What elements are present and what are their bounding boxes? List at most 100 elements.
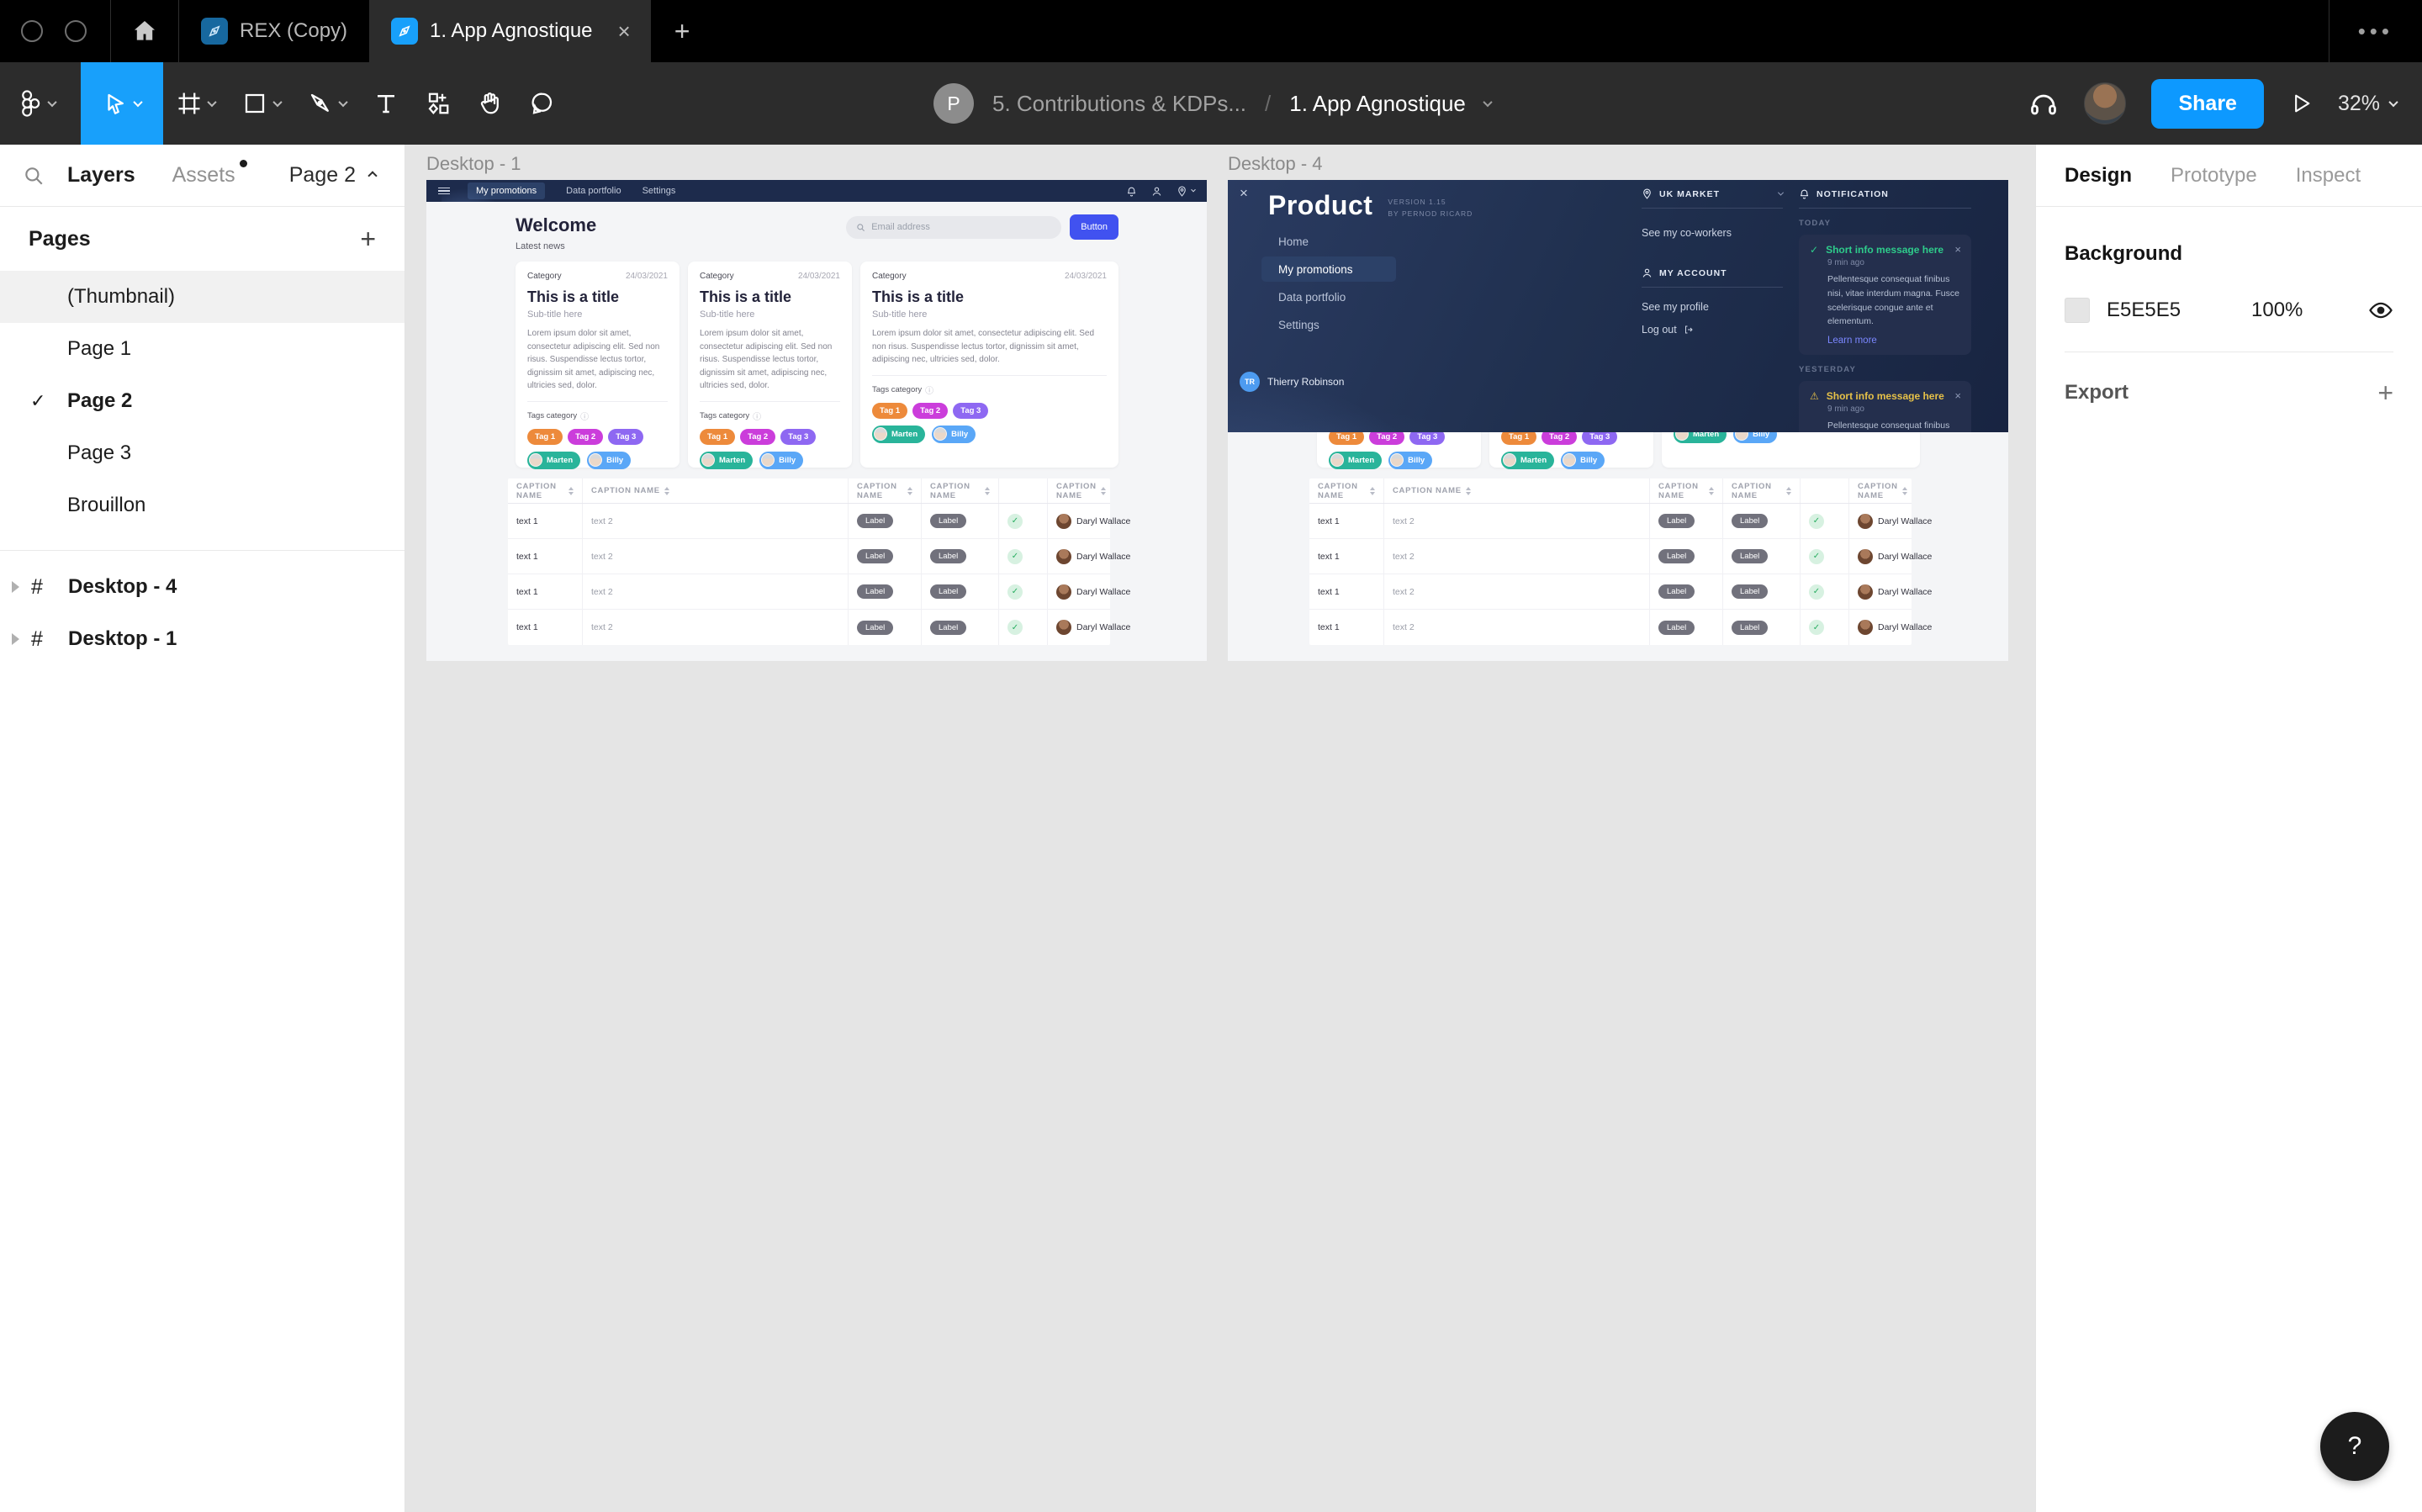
page-item-label: Page 3 xyxy=(67,441,132,464)
hamburger-menu-icon xyxy=(438,187,450,195)
tab-prototype[interactable]: Prototype xyxy=(2171,164,2257,188)
mock-table-header: CAPTION NAME CAPTION NAME CAPTION NAME C… xyxy=(1309,478,1912,504)
layer-item-desktop-1[interactable]: # Desktop - 1 xyxy=(0,613,405,665)
window-controls xyxy=(0,0,110,62)
present-play-icon[interactable] xyxy=(2289,92,2313,115)
close-icon: × xyxy=(1240,185,1248,201)
canvas-frame-desktop-4[interactable]: My promotions Data portfolio Settings We… xyxy=(1228,180,2008,661)
page-item-page2[interactable]: ✓ Page 2 xyxy=(0,375,405,427)
mock-card-date: 24/03/2021 xyxy=(797,272,840,281)
share-button[interactable]: Share xyxy=(2151,78,2264,129)
more-menu-icon[interactable]: ••• xyxy=(2329,0,2422,62)
text-tool-icon xyxy=(373,91,399,116)
figma-file-icon xyxy=(391,18,419,45)
background-color-swatch[interactable] xyxy=(2065,298,2090,323)
background-opacity-value[interactable]: 100% xyxy=(2251,299,2303,322)
audio-headphones-icon[interactable] xyxy=(2028,88,2059,119)
move-tool-button[interactable] xyxy=(81,62,163,145)
mock-member-name: Marten xyxy=(547,455,574,465)
cell-person-name: Daryl Wallace xyxy=(1076,551,1131,562)
page-item-brouillon[interactable]: Brouillon xyxy=(0,479,405,531)
add-page-button[interactable]: + xyxy=(360,225,376,252)
visibility-eye-icon[interactable] xyxy=(2368,298,2393,323)
user-avatar[interactable] xyxy=(2084,82,2127,124)
chevron-down-icon[interactable] xyxy=(1483,97,1493,108)
expand-triangle-icon[interactable] xyxy=(12,633,19,645)
mock-card-category: Category xyxy=(700,272,734,281)
mock-tags-label: Tags category xyxy=(527,410,578,420)
tab-design[interactable]: Design xyxy=(2065,164,2132,188)
shape-tool-button[interactable] xyxy=(229,62,294,145)
zoom-level: 32% xyxy=(2337,91,2380,115)
mock-table: CAPTION NAME CAPTION NAME CAPTION NAME C… xyxy=(1309,478,1932,645)
mock-email-placeholder: Email address xyxy=(871,222,930,232)
breadcrumb-file[interactable]: 1. App Agnostique xyxy=(1289,91,1466,117)
tab-layers[interactable]: Layers xyxy=(67,163,135,188)
label-pill: Label xyxy=(930,584,967,599)
background-hex-value[interactable]: E5E5E5 xyxy=(2107,299,2216,322)
comment-tool-button[interactable] xyxy=(516,62,568,145)
close-tab-icon[interactable]: × xyxy=(613,19,636,44)
pen-tool-button[interactable] xyxy=(294,62,360,145)
tab-app-agnostique[interactable]: 1. App Agnostique × xyxy=(369,0,651,62)
notification-time: 9 min ago xyxy=(1827,258,1864,267)
mock-card-body: Lorem ipsum dolor sit amet, consectetur … xyxy=(527,329,660,390)
mock-account-section: MY ACCOUNT See my profile Log out xyxy=(1642,267,1783,336)
page-item-thumbnail[interactable]: (Thumbnail) xyxy=(0,271,405,323)
window-control-icon[interactable] xyxy=(21,20,43,42)
component-icon xyxy=(426,91,451,116)
expand-triangle-icon[interactable] xyxy=(12,581,19,593)
zoom-control[interactable]: 32% xyxy=(2337,91,2398,116)
table-row: text 1 text 2 Label Label ✓ Daryl Wallac… xyxy=(508,610,1130,645)
add-export-button[interactable]: + xyxy=(2377,379,2393,406)
tab-label: 1. App Agnostique xyxy=(430,19,593,42)
mock-card-title: This is a title xyxy=(700,288,792,305)
frame-glyph-icon: # xyxy=(31,574,43,599)
mock-member-chip: Marten xyxy=(1329,451,1383,469)
mock-card-category: Category xyxy=(872,272,907,281)
frame-title-desktop-1[interactable]: Desktop - 1 xyxy=(426,153,521,175)
info-icon: ⓘ xyxy=(753,412,762,422)
canvas-frame-desktop-1[interactable]: My promotions Data portfolio Settings We… xyxy=(426,180,1207,661)
breadcrumb-project[interactable]: 5. Contributions & KDPs... xyxy=(992,91,1246,117)
hand-tool-button[interactable] xyxy=(464,62,516,145)
tab-inspect[interactable]: Inspect xyxy=(2296,164,2361,188)
column-header: CAPTION NAME xyxy=(1858,481,1898,500)
help-button[interactable]: ? xyxy=(2320,1412,2389,1481)
mock-tag: Tag 3 xyxy=(953,402,989,419)
page-item-page3[interactable]: Page 3 xyxy=(0,427,405,479)
mock-member-chip: Billy xyxy=(1388,451,1433,469)
frame-title-desktop-4[interactable]: Desktop - 4 xyxy=(1228,153,1323,175)
tab-assets[interactable]: Assets xyxy=(172,160,247,188)
mock-member-name: Marten xyxy=(891,429,918,439)
window-control-icon[interactable] xyxy=(65,20,87,42)
text-tool-button[interactable] xyxy=(360,62,412,145)
search-icon[interactable] xyxy=(0,165,67,187)
sort-icon xyxy=(1370,486,1375,495)
cell-person-name: Daryl Wallace xyxy=(1076,622,1131,632)
cell-text1: text 1 xyxy=(508,539,583,574)
table-row: text 1 text 2 Label Label ✓ Daryl Wallac… xyxy=(1309,539,1932,574)
table-row: text 1 text 2 Label Label ✓ Daryl Wallac… xyxy=(1309,610,1932,645)
layer-name: Desktop - 1 xyxy=(68,627,177,650)
check-icon: ✓ xyxy=(30,390,46,411)
page-item-page1[interactable]: Page 1 xyxy=(0,323,405,375)
mock-member-chip: Billy xyxy=(587,451,632,469)
main-menu-button[interactable] xyxy=(0,62,69,145)
frame-tool-button[interactable] xyxy=(163,62,229,145)
column-header: CAPTION NAME xyxy=(930,481,970,500)
notification-group-label: TODAY xyxy=(1799,219,1832,228)
resources-tool-button[interactable] xyxy=(412,62,464,145)
divider xyxy=(0,550,405,551)
mock-latest-news: Latest news xyxy=(516,241,565,251)
new-tab-button[interactable]: + xyxy=(651,0,714,62)
layer-item-desktop-4[interactable]: # Desktop - 4 xyxy=(0,561,405,613)
mock-user-name: Thierry Robinson xyxy=(1267,376,1345,388)
page-selector[interactable]: Page 2 xyxy=(289,163,378,188)
table-row: text 1 text 2 Label Label ✓ Daryl Wallac… xyxy=(508,574,1130,610)
label-pill: Label xyxy=(1658,549,1695,563)
cell-text1: text 1 xyxy=(508,504,583,538)
tab-rex-copy[interactable]: REX (Copy) xyxy=(179,0,369,62)
divider xyxy=(1642,208,1783,209)
home-button[interactable] xyxy=(111,0,178,62)
